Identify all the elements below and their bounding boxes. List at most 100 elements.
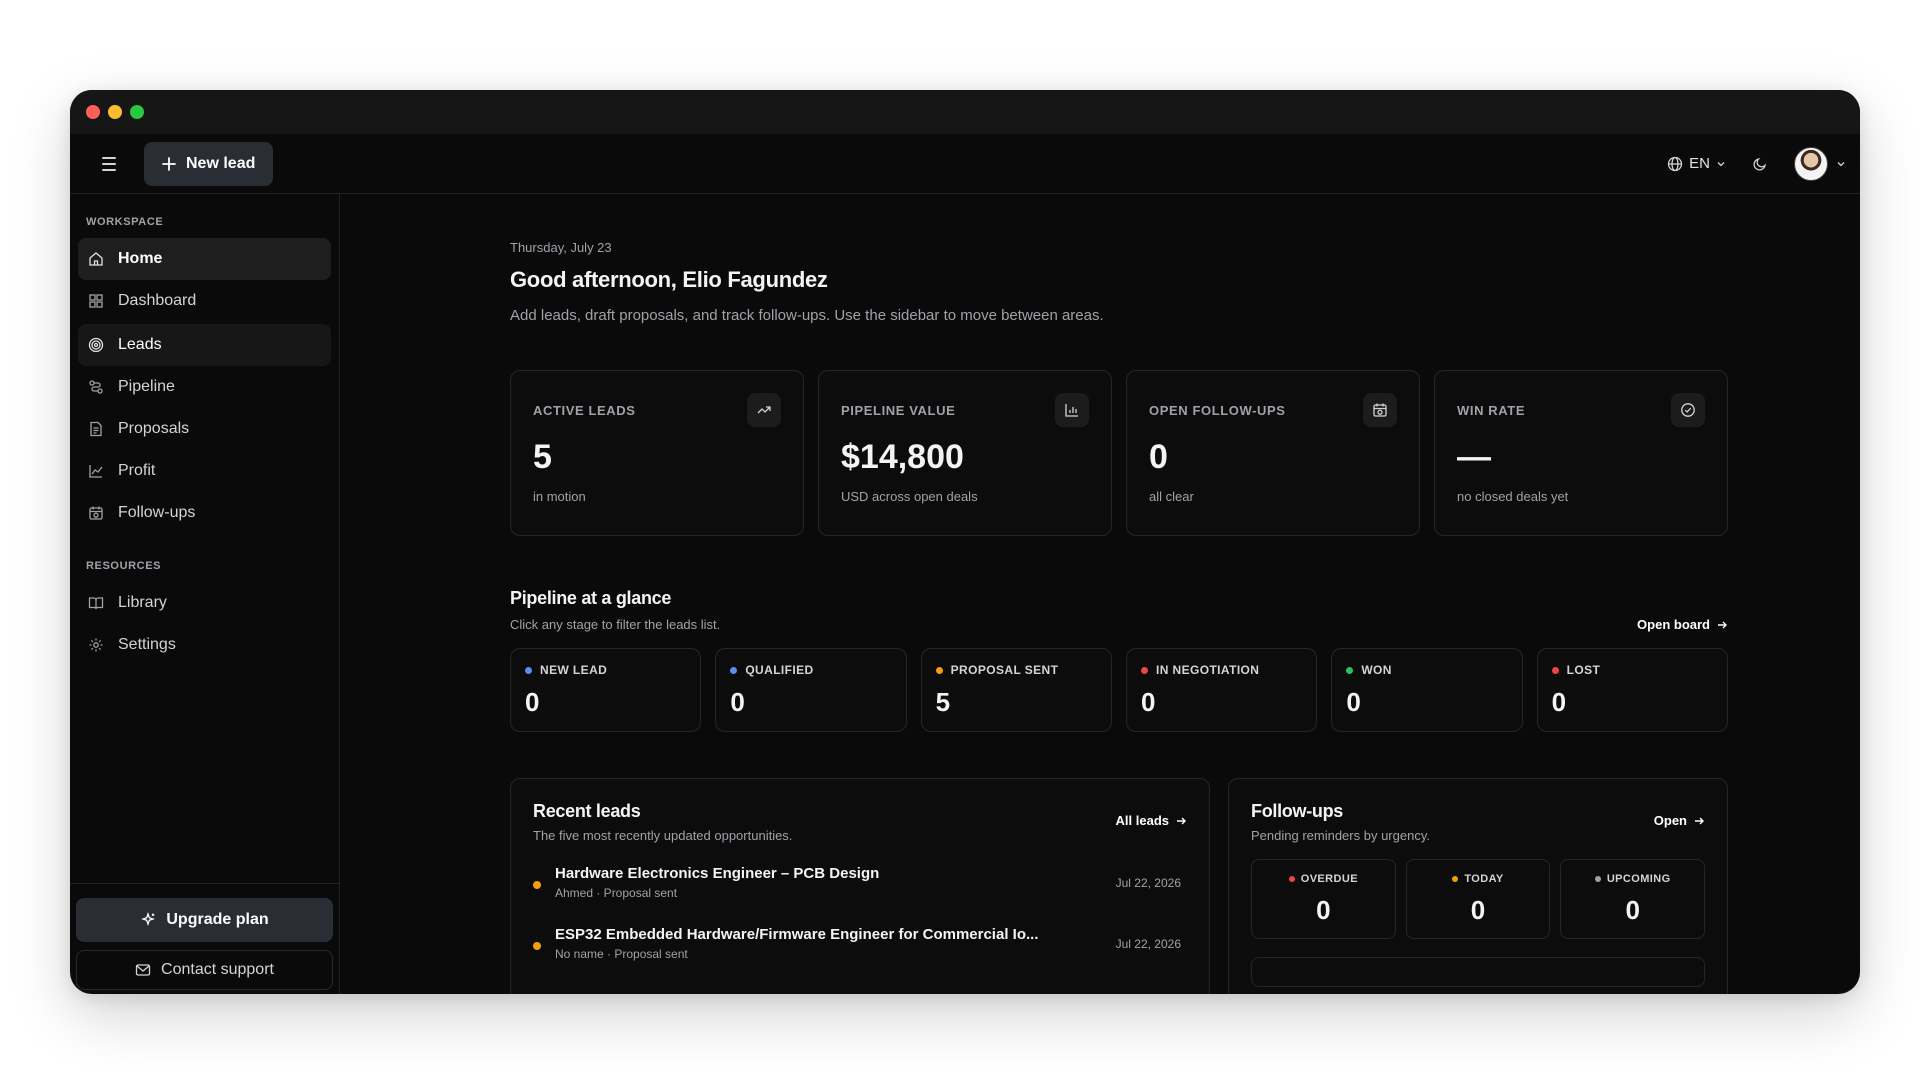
- window-titlebar: [70, 90, 1860, 134]
- lead-meta: No name · Proposal sent: [555, 947, 688, 961]
- stat-card-pipeline-value: PIPELINE VALUE $14,800 USD across open d…: [818, 370, 1112, 536]
- open-follow-ups-link[interactable]: Open: [1654, 813, 1705, 828]
- follow-up-count: 0: [1470, 894, 1486, 925]
- contact-support-button[interactable]: Contact support: [76, 950, 333, 990]
- stat-label: OPEN FOLLOW-UPS: [1149, 403, 1286, 418]
- pipeline-stages: NEW LEAD 0 QUALIFIED 0 PROPOSAL SENT 5 I…: [510, 648, 1728, 732]
- status-dot: [1288, 875, 1295, 882]
- lead-date: Jul 22, 2026: [1115, 875, 1181, 890]
- upgrade-plan-button[interactable]: Upgrade plan: [76, 898, 333, 942]
- line-chart-icon: [89, 465, 103, 478]
- stage-lost[interactable]: LOST 0: [1536, 648, 1728, 732]
- stat-value: $14,800: [841, 438, 964, 476]
- open-board-link[interactable]: Open board: [1637, 617, 1728, 632]
- sidebar-item-profit[interactable]: Profit: [78, 450, 331, 492]
- follow-ups-title: Follow-ups: [1251, 801, 1343, 821]
- status-dot: [1140, 666, 1148, 674]
- sidebar-item-leads[interactable]: Leads: [78, 324, 331, 366]
- stat-value: 0: [1149, 438, 1168, 476]
- all-leads-link[interactable]: All leads: [1116, 813, 1187, 828]
- pipeline-subtitle: Click any stage to filter the leads list…: [510, 617, 721, 632]
- sidebar-item-label: Follow-ups: [118, 504, 196, 521]
- close-window-button[interactable]: [86, 105, 100, 119]
- sidebar-footer: Upgrade plan Contact support: [70, 883, 339, 994]
- plus-icon: [162, 156, 176, 171]
- sidebar-item-label: Proposals: [118, 420, 190, 437]
- sidebar-item-label: Settings: [118, 636, 176, 653]
- globe-icon: [1668, 156, 1683, 171]
- stat-card-open-follow-ups: OPEN FOLLOW-UPS 0 all clear: [1126, 370, 1420, 536]
- follow-up-overdue[interactable]: OVERDUE 0: [1251, 859, 1396, 939]
- trending-up-icon: [747, 393, 781, 427]
- stat-value: 5: [533, 438, 552, 476]
- lead-title: ESP32 Embedded Hardware/Firmware Enginee…: [555, 926, 1039, 943]
- gear-icon: [89, 638, 103, 652]
- bar-chart-icon: [1055, 393, 1089, 427]
- maximize-window-button[interactable]: [130, 105, 144, 119]
- sidebar-item-label: Profit: [118, 462, 156, 479]
- sidebar-item-settings[interactable]: Settings: [78, 624, 331, 666]
- stage-in-negotiation[interactable]: IN NEGOTIATION 0: [1125, 648, 1318, 732]
- sidebar-item-library[interactable]: Library: [78, 582, 331, 624]
- recent-leads-subtitle: The five most recently updated opportuni…: [533, 828, 793, 843]
- list-item[interactable]: ESP32 Embedded Hardware/Firmware Enginee…: [533, 926, 1187, 961]
- stat-card-win-rate: WIN RATE — no closed deals yet: [1434, 370, 1728, 536]
- chevron-down-icon: [1717, 161, 1725, 166]
- route-icon: [89, 380, 103, 394]
- stat-label: WIN RATE: [1457, 403, 1526, 418]
- sidebar-item-home[interactable]: Home: [78, 238, 331, 280]
- recent-leads-panel: Recent leads The five most recently upda…: [510, 778, 1210, 994]
- sidebar-item-label: Library: [118, 594, 167, 611]
- moon-icon[interactable]: [1752, 156, 1768, 172]
- arrow-right-icon: [1695, 817, 1704, 824]
- open-board-label: Open board: [1637, 617, 1710, 632]
- stage-count: 0: [730, 687, 745, 717]
- follow-up-list-placeholder: [1251, 957, 1705, 987]
- follow-up-today[interactable]: TODAY 0: [1405, 859, 1551, 939]
- stat-label: ACTIVE LEADS: [533, 403, 636, 418]
- top-bar: New lead EN: [70, 134, 1860, 194]
- follow-ups-panel: Follow-ups Pending reminders by urgency.…: [1228, 778, 1728, 994]
- status-dot: [1594, 875, 1601, 882]
- calendar-clock-icon: [89, 506, 103, 520]
- status-dot: [533, 880, 541, 889]
- stat-label: PIPELINE VALUE: [841, 403, 956, 418]
- contact-support-label: Contact support: [161, 961, 274, 978]
- pipeline-section-header: Pipeline at a glance Click any stage to …: [510, 588, 1728, 632]
- main-content: Thursday, July 23 Good afternoon, Elio F…: [340, 194, 1860, 994]
- stage-new-lead[interactable]: NEW LEAD 0: [510, 648, 702, 732]
- home-icon: [89, 252, 103, 266]
- mail-icon: [135, 964, 151, 976]
- follow-up-count: 0: [1316, 894, 1331, 925]
- chevron-down-icon: [1837, 161, 1845, 166]
- sparkles-icon: [141, 912, 156, 926]
- minimize-window-button[interactable]: [108, 105, 122, 119]
- current-date: Thursday, July 23: [510, 240, 612, 255]
- stage-count: 0: [1551, 687, 1567, 717]
- stage-proposal-sent[interactable]: PROPOSAL SENT 5: [920, 648, 1112, 732]
- status-dot: [525, 666, 532, 674]
- grid-icon: [89, 294, 103, 308]
- menu-icon[interactable]: [98, 153, 120, 175]
- status-dot: [1346, 666, 1354, 674]
- new-lead-button[interactable]: New lead: [144, 141, 274, 186]
- avatar: [1794, 146, 1828, 181]
- language-selector[interactable]: EN: [1667, 155, 1726, 172]
- list-item[interactable]: Hardware Electronics Engineer – PCB Desi…: [533, 865, 1187, 900]
- user-menu[interactable]: [1794, 146, 1846, 181]
- follow-up-upcoming[interactable]: UPCOMING 0: [1560, 859, 1706, 939]
- lead-date: Jul 22, 2026: [1115, 936, 1181, 951]
- sidebar-item-label: Pipeline: [118, 378, 175, 395]
- sidebar-item-proposals[interactable]: Proposals: [78, 408, 331, 450]
- stage-qualified[interactable]: QUALIFIED 0: [715, 648, 907, 732]
- sidebar-item-pipeline[interactable]: Pipeline: [78, 366, 331, 408]
- sidebar-item-follow-ups[interactable]: Follow-ups: [78, 492, 331, 534]
- check-circle-icon: [1671, 393, 1705, 427]
- bottom-panels: Recent leads The five most recently upda…: [510, 778, 1728, 994]
- book-icon: [88, 597, 104, 610]
- sidebar-item-dashboard[interactable]: Dashboard: [78, 280, 331, 322]
- stage-won[interactable]: WON 0: [1331, 648, 1523, 732]
- stat-subtext: no closed deals yet: [1457, 489, 1569, 504]
- stage-label: LOST: [1566, 663, 1601, 677]
- stats-row: ACTIVE LEADS 5 in motion PIPELINE VALUE …: [510, 370, 1728, 536]
